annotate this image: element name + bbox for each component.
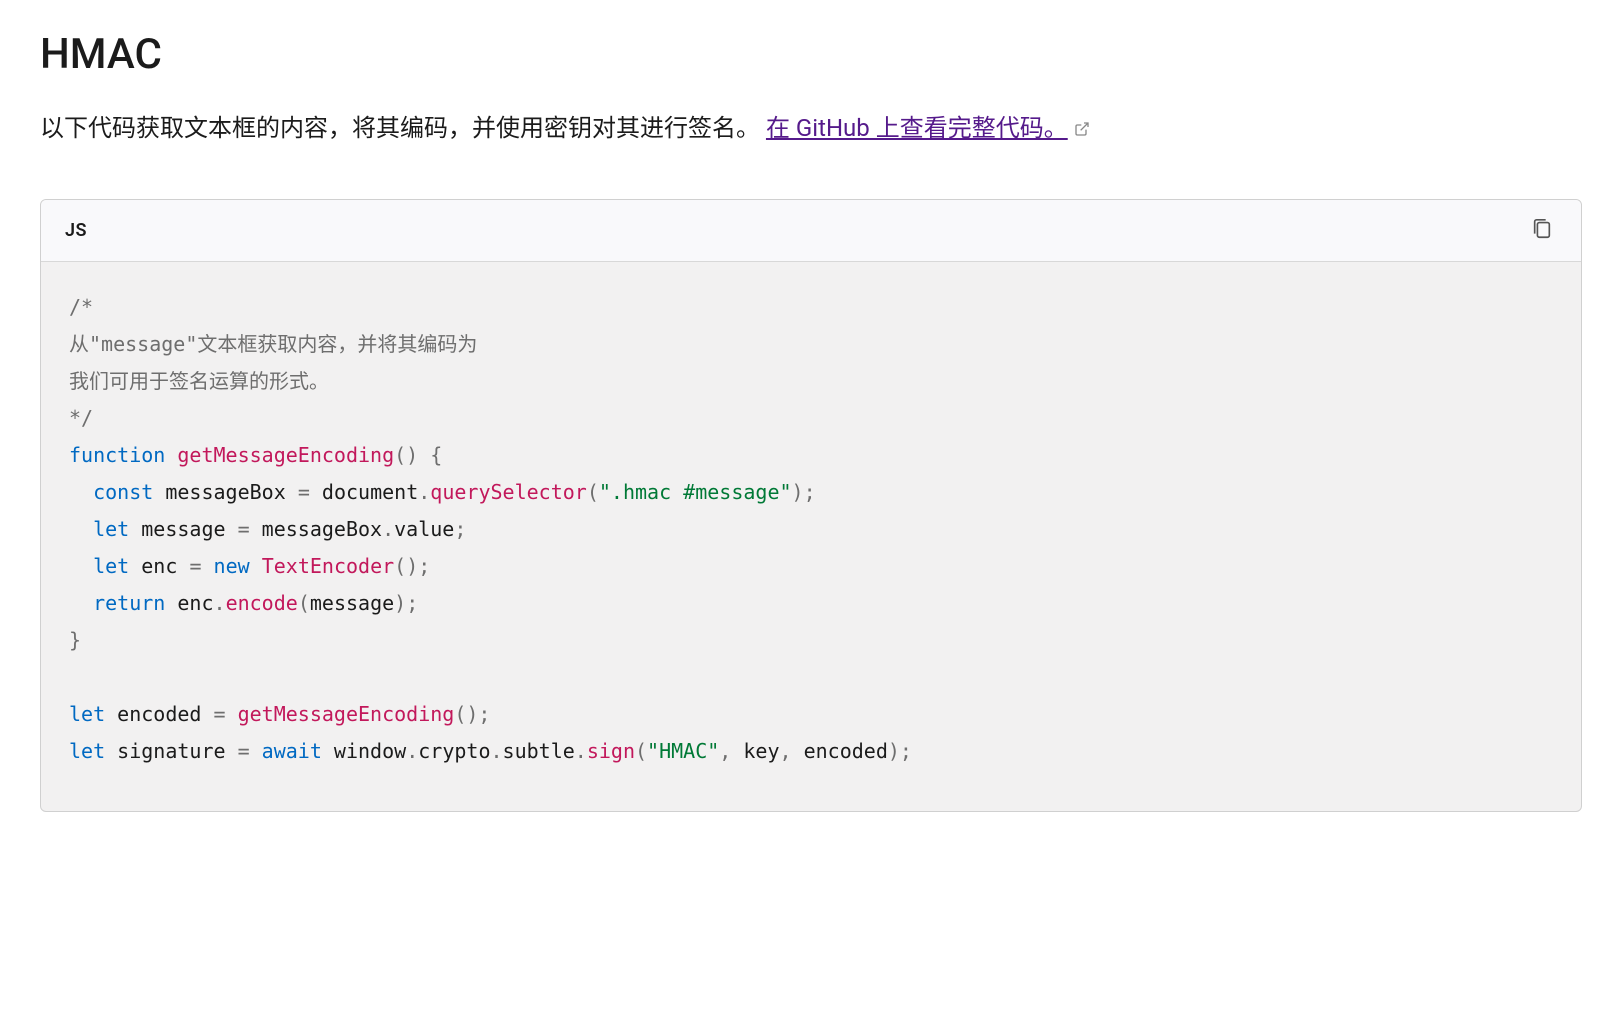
- code-header: JS: [41, 200, 1581, 262]
- code-token: crypto: [418, 739, 490, 763]
- code-token: ".hmac #message": [599, 480, 792, 504]
- code-token: ;: [454, 517, 466, 541]
- code-token: sign: [587, 739, 635, 763]
- code-token: getMessageEncoding: [177, 443, 394, 467]
- code-token: (: [298, 591, 310, 615]
- code-token: ,: [719, 739, 731, 763]
- code-token: [418, 443, 430, 467]
- code-token: ,: [780, 739, 792, 763]
- section-heading: HMAC: [40, 30, 1582, 79]
- code-token: [69, 554, 93, 578]
- code-token: 从"message"文本框获取内容，并将其编码为: [69, 332, 477, 356]
- code-token: await: [262, 739, 322, 763]
- code-token: );: [888, 739, 912, 763]
- code-token: querySelector: [430, 480, 587, 504]
- code-token: }: [69, 628, 81, 652]
- code-token: encoded: [792, 739, 888, 763]
- code-token: (: [587, 480, 599, 504]
- code-token: .: [490, 739, 502, 763]
- code-token: =: [238, 517, 250, 541]
- code-token: let: [69, 702, 105, 726]
- code-token: (: [635, 739, 647, 763]
- code-token: getMessageEncoding: [238, 702, 455, 726]
- code-token: let: [69, 739, 105, 763]
- code-token: */: [69, 406, 93, 430]
- external-link-icon: [1074, 110, 1090, 148]
- code-token: .: [406, 739, 418, 763]
- code-token: [69, 591, 93, 615]
- code-token: ();: [394, 554, 430, 578]
- clipboard-icon: [1531, 218, 1553, 243]
- code-token: TextEncoder: [262, 554, 394, 578]
- code-token: messageBox: [250, 517, 382, 541]
- code-token: {: [430, 443, 442, 467]
- description-text: 以下代码获取文本框的内容，将其编码，并使用密钥对其进行签名。: [40, 114, 760, 142]
- code-token: key: [731, 739, 779, 763]
- copy-code-button[interactable]: [1527, 214, 1557, 247]
- code-token: =: [189, 554, 201, 578]
- code-token: );: [792, 480, 816, 504]
- code-block: JS /* 从"message"文本框获取内容，并将其编码为 我们可用于签名运算…: [40, 199, 1582, 812]
- code-token: [250, 554, 262, 578]
- code-token: .: [214, 591, 226, 615]
- code-token: =: [238, 739, 250, 763]
- code-token: return: [93, 591, 165, 615]
- code-token: .: [382, 517, 394, 541]
- code-token: =: [214, 702, 226, 726]
- github-link[interactable]: 在 GitHub 上查看完整代码。: [766, 114, 1068, 142]
- code-token: message: [310, 591, 394, 615]
- code-token: );: [394, 591, 418, 615]
- code-token: .: [575, 739, 587, 763]
- code-token: subtle: [503, 739, 575, 763]
- code-token: [250, 739, 262, 763]
- code-token: [69, 517, 93, 541]
- code-token: [165, 443, 177, 467]
- code-token: 我们可用于签名运算的形式。: [69, 369, 329, 393]
- code-token: signature: [105, 739, 237, 763]
- code-token: encoded: [105, 702, 213, 726]
- code-token: function: [69, 443, 165, 467]
- code-token: message: [129, 517, 237, 541]
- code-token: "HMAC": [647, 739, 719, 763]
- code-content[interactable]: /* 从"message"文本框获取内容，并将其编码为 我们可用于签名运算的形式…: [41, 262, 1581, 811]
- code-token: let: [93, 554, 129, 578]
- section-description: 以下代码获取文本框的内容，将其编码，并使用密钥对其进行签名。 在 GitHub …: [40, 109, 1582, 149]
- code-token: [201, 554, 213, 578]
- code-token: /*: [69, 295, 93, 319]
- code-token: const: [93, 480, 153, 504]
- code-token: new: [214, 554, 250, 578]
- code-token: [226, 702, 238, 726]
- code-token: value: [394, 517, 454, 541]
- code-token: =: [298, 480, 310, 504]
- code-token: .: [418, 480, 430, 504]
- code-token: [69, 480, 93, 504]
- code-token: document: [310, 480, 418, 504]
- code-token: ();: [454, 702, 490, 726]
- code-token: enc: [165, 591, 213, 615]
- code-token: messageBox: [153, 480, 298, 504]
- code-token: encode: [226, 591, 298, 615]
- code-language-label: JS: [65, 220, 87, 241]
- code-token: window: [322, 739, 406, 763]
- code-token: enc: [129, 554, 189, 578]
- code-token: let: [93, 517, 129, 541]
- code-token: (): [394, 443, 418, 467]
